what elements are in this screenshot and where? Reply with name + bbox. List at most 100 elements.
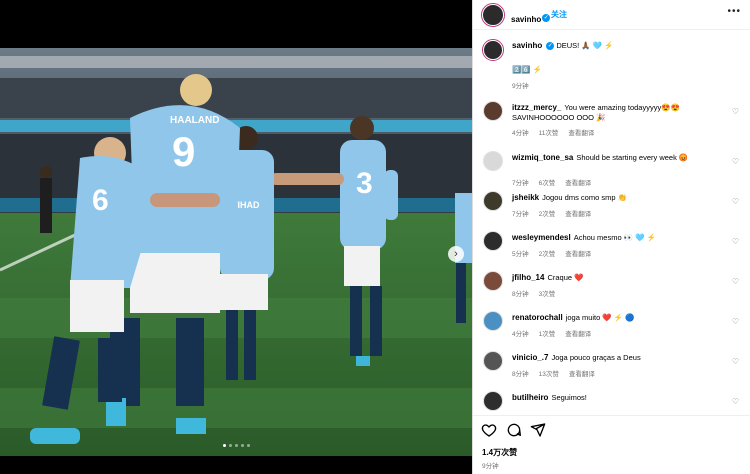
comment-like-count[interactable]: 6次赞 — [539, 180, 556, 187]
post-photo: 3 ETIHAD 9 HAALAND 6 — [0, 48, 472, 456]
comment-username[interactable]: wesleymendesl — [512, 233, 571, 242]
caption-meta: 9分钟 — [512, 80, 539, 90]
comment-meta: 7分钟 6次赞 查看翻译 — [512, 177, 601, 187]
comment-username[interactable]: renatorochall — [512, 313, 563, 322]
comment-avatar[interactable] — [483, 151, 503, 171]
comment-time: 7分钟 — [512, 180, 529, 187]
comment-text-wrap: renatorochall joga muito ❤️ ⚡ 🔵 — [512, 313, 742, 323]
comment-time: 4分钟 — [512, 331, 529, 338]
comment-like-heart-icon[interactable]: ♡ — [732, 357, 739, 366]
comment-text: Jogou dms como smp 👏 — [542, 193, 627, 202]
comment-like-count[interactable]: 13次赞 — [539, 371, 559, 378]
comment-username[interactable]: jsheikk — [512, 193, 539, 202]
verified-badge-icon: ✓ — [546, 42, 555, 51]
comment-like-count[interactable]: 1次赞 — [539, 331, 556, 338]
comment-time: 5分钟 — [512, 251, 529, 258]
svg-text:HAALAND: HAALAND — [170, 115, 219, 126]
comment-meta: 7分钟 2次赞 查看翻译 — [512, 208, 601, 218]
comment-meta: 8分钟 3次赞 — [512, 288, 575, 298]
comments-list[interactable]: savinho ✓ DEUS! 🙏🏾 🩵 ⚡ 2️⃣6️⃣ ⚡ 9分钟 itzzz… — [473, 31, 750, 416]
comment-time: 8分钟 — [512, 371, 529, 378]
comment-meta: 4分钟 11次赞 查看翻译 — [512, 127, 604, 137]
carousel-dot — [234, 444, 238, 447]
comment-text: joga muito ❤️ ⚡ 🔵 — [565, 313, 635, 322]
comment-like-heart-icon[interactable]: ♡ — [732, 157, 739, 166]
caption-username[interactable]: savinho — [512, 41, 542, 50]
comment-avatar[interactable] — [483, 191, 503, 211]
comment-row: wesleymendesl Achou mesmo 👀 🩵 ⚡ 5分钟 2次赞 查看翻译… — [473, 231, 750, 271]
comment-row: wizmiq_tone_sa Should be starting every w… — [473, 151, 750, 191]
heart-icon[interactable] — [481, 422, 497, 438]
author-name-wrap: savinho ✓ — [511, 9, 551, 27]
comment-text-wrap: itzzz_mercy_ You were amazing todayyyyy😍😍… — [512, 103, 742, 123]
comment-like-heart-icon[interactable]: ♡ — [732, 317, 739, 326]
caption: savinho ✓ DEUS! 🙏🏾 🩵 ⚡ 2️⃣6️⃣ ⚡ 9分钟 — [473, 39, 750, 99]
comment-text: Joga pouco graças a Deus — [551, 353, 641, 362]
caption-avatar[interactable] — [482, 39, 504, 61]
verified-badge-icon: ✓ — [542, 13, 551, 22]
share-icon[interactable] — [530, 422, 546, 438]
comment-row: vinicio_.7 Joga pouco graças a Deus 8分钟 13次… — [473, 351, 750, 391]
caption-extra: 2️⃣6️⃣ ⚡ — [512, 65, 543, 74]
carousel-indicator — [0, 444, 472, 447]
carousel-dot — [228, 444, 232, 447]
comment-like-heart-icon[interactable]: ♡ — [732, 197, 739, 206]
comment-username[interactable]: vinicio_.7 — [512, 353, 548, 362]
post-time: 9分钟 — [482, 463, 499, 470]
comment-text: Achou mesmo 👀 🩵 ⚡ — [573, 233, 656, 242]
comment-username[interactable]: butilheiro — [512, 393, 548, 402]
caption-time: 9分钟 — [512, 83, 529, 90]
comment-icon[interactable] — [506, 422, 522, 438]
see-translation-link[interactable]: 查看翻译 — [565, 211, 591, 218]
see-translation-link[interactable]: 查看翻译 — [568, 130, 594, 137]
carousel-dot — [240, 444, 244, 447]
comment-like-count[interactable]: 2次赞 — [539, 251, 556, 258]
comment-meta: 4分钟 1次赞 查看翻译 — [512, 328, 601, 338]
comment-text: Seguimos! — [551, 393, 587, 402]
chevron-right-icon: › — [454, 248, 458, 260]
comment-like-count[interactable]: 11次赞 — [539, 130, 559, 137]
instagram-post-viewer: 3 ETIHAD 9 HAALAND 6 › savinho ✓ 关注 ••• … — [0, 0, 750, 474]
comment-text-wrap: vinicio_.7 Joga pouco graças a Deus — [512, 353, 742, 363]
comment-like-heart-icon[interactable]: ♡ — [732, 107, 739, 116]
comment-like-heart-icon[interactable]: ♡ — [732, 397, 739, 406]
carousel-dot — [246, 444, 250, 447]
comment-username[interactable]: wizmiq_tone_sa — [512, 153, 573, 162]
comment-row: jfilho_14 Craque ❤️ 8分钟 3次赞 ♡ — [473, 271, 750, 311]
comment-like-count[interactable]: 3次赞 — [539, 291, 556, 298]
comment-text-wrap: jsheikk Jogou dms como smp 👏 — [512, 193, 742, 203]
post-photo-image: 3 ETIHAD 9 HAALAND 6 — [0, 48, 472, 456]
follow-button[interactable]: 关注 — [551, 9, 567, 20]
svg-text:9: 9 — [172, 128, 195, 175]
post-side-panel: savinho ✓ 关注 ••• savinho ✓ DEUS! 🙏🏾 🩵 ⚡ 2️… — [472, 0, 750, 474]
comment-like-heart-icon[interactable]: ♡ — [732, 237, 739, 246]
comment-time: 7分钟 — [512, 211, 529, 218]
comment-text-wrap: jfilho_14 Craque ❤️ — [512, 273, 742, 283]
like-count[interactable]: 1.4万次赞 — [482, 447, 517, 458]
comment-meta: 8分钟 13次赞 查看翻译 — [512, 368, 605, 378]
comment-username[interactable]: itzzz_mercy_ — [512, 103, 561, 112]
comment-avatar[interactable] — [483, 391, 503, 411]
comment-text-wrap: wizmiq_tone_sa Should be starting every w… — [512, 153, 742, 163]
comment-like-heart-icon[interactable]: ♡ — [732, 277, 739, 286]
comment-avatar[interactable] — [483, 101, 503, 121]
see-translation-link[interactable]: 查看翻译 — [565, 251, 591, 258]
comment-like-count[interactable]: 2次赞 — [539, 211, 556, 218]
more-options-icon[interactable]: ••• — [727, 6, 741, 17]
comment-username[interactable]: jfilho_14 — [512, 273, 544, 282]
see-translation-link[interactable]: 查看翻译 — [565, 180, 591, 187]
author-avatar[interactable] — [481, 3, 505, 27]
comment-time: 8分钟 — [512, 291, 529, 298]
comment-avatar[interactable] — [483, 271, 503, 291]
see-translation-link[interactable]: 查看翻译 — [565, 331, 591, 338]
next-photo-button[interactable]: › — [448, 246, 464, 262]
author-username[interactable]: savinho — [511, 15, 541, 24]
comment-avatar[interactable] — [483, 231, 503, 251]
comment-row: renatorochall joga muito ❤️ ⚡ 🔵 4分钟 1次赞 查看翻译… — [473, 311, 750, 351]
comment-row: jsheikk Jogou dms como smp 👏 7分钟 2次赞 查看翻译 ♡ — [473, 191, 750, 231]
caption-text: DEUS! 🙏🏾 🩵 ⚡ — [556, 41, 614, 50]
comment-avatar[interactable] — [483, 351, 503, 371]
post-header: savinho ✓ 关注 ••• — [473, 0, 750, 30]
see-translation-link[interactable]: 查看翻译 — [569, 371, 595, 378]
comment-avatar[interactable] — [483, 311, 503, 331]
